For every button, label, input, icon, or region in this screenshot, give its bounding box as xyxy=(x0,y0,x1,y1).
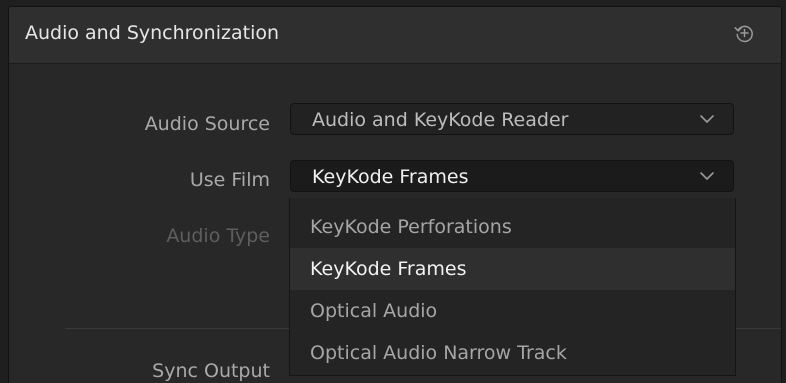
use-film-dropdown-menu: KeyKode Perforations KeyKode Frames Opti… xyxy=(289,198,736,376)
use-film-value: KeyKode Frames xyxy=(312,166,469,188)
sync-output-label: Sync Output xyxy=(152,360,270,382)
audio-source-select[interactable]: Audio and KeyKode Reader xyxy=(290,103,734,135)
audio-type-label: Audio Type xyxy=(166,225,270,247)
dropdown-option[interactable]: KeyKode Perforations xyxy=(290,206,735,248)
dropdown-option-selected[interactable]: KeyKode Frames xyxy=(290,248,735,290)
reset-icon[interactable] xyxy=(733,22,755,44)
chevron-down-icon xyxy=(700,172,714,180)
use-film-label: Use Film xyxy=(189,169,270,191)
audio-source-value: Audio and KeyKode Reader xyxy=(312,109,569,131)
panel-header: Audio and Synchronization xyxy=(9,7,781,64)
chevron-down-icon xyxy=(700,115,714,123)
use-film-select[interactable]: KeyKode Frames xyxy=(290,160,734,192)
panel-title: Audio and Synchronization xyxy=(25,22,280,44)
dropdown-option[interactable]: Optical Audio Narrow Track xyxy=(290,332,735,374)
dropdown-option[interactable]: Optical Audio xyxy=(290,290,735,332)
audio-source-label: Audio Source xyxy=(144,113,270,135)
